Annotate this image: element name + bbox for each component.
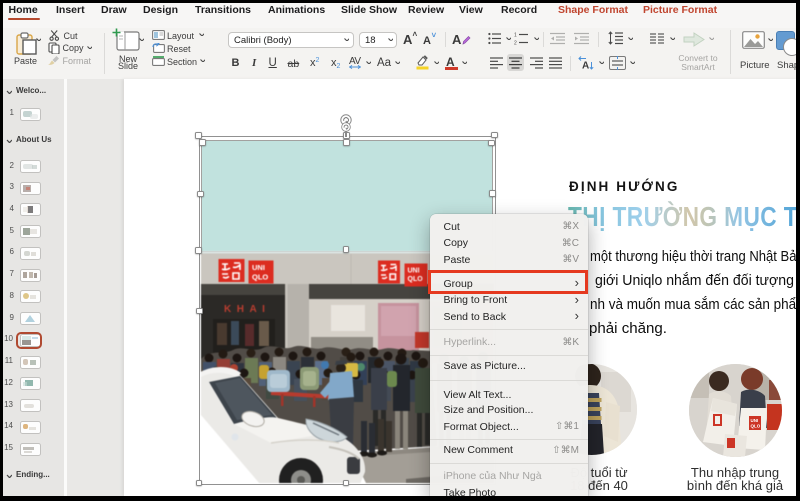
svg-text:QLO: QLO — [750, 423, 760, 428]
svg-text:1: 1 — [514, 33, 517, 39]
svg-text:UNI: UNI — [408, 268, 420, 275]
svg-text:2: 2 — [514, 41, 517, 46]
svg-text:QLO: QLO — [408, 276, 424, 283]
svg-text:UNI: UNI — [252, 263, 265, 272]
svg-text:QLO: QLO — [252, 273, 268, 282]
svg-text:UNI: UNI — [750, 418, 758, 423]
svg-text:A: A — [582, 61, 589, 71]
svg-text:KHAI: KHAI — [224, 304, 270, 315]
